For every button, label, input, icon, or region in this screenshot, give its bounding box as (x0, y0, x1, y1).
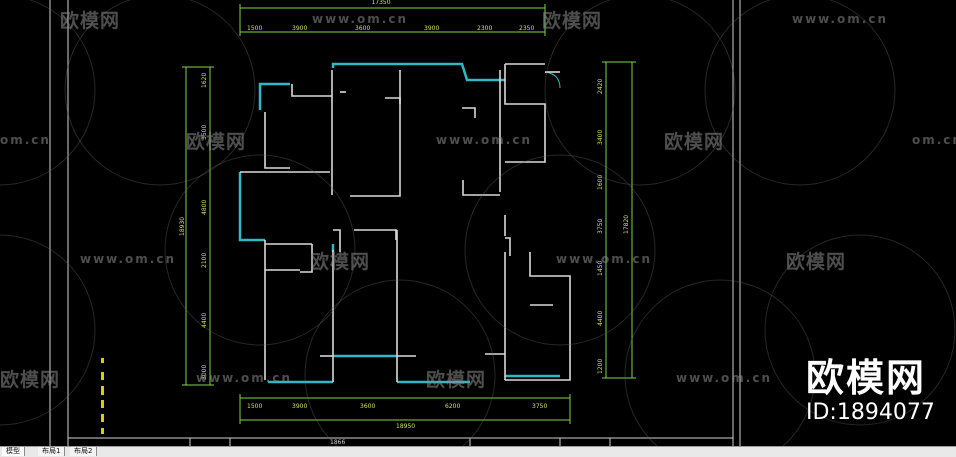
top-dim: 3900 (292, 25, 307, 32)
watermark-brand: 欧模网 (664, 131, 725, 153)
watermark-brand: 欧模网 (186, 131, 247, 153)
watermark-brand: 欧模网 (786, 251, 847, 273)
bottom-total-dim: 18950 (396, 423, 415, 430)
right-dim: 2420 (597, 79, 604, 94)
right-dim: 3400 (597, 130, 604, 145)
left-dim: 4800 (201, 200, 208, 215)
left-dim: 2100 (201, 253, 208, 268)
watermark-url: www.om.cn (196, 371, 293, 385)
model-id-badge: 欧模网 ID:1894077 (806, 358, 935, 426)
tab-layout1[interactable]: 布局1 (38, 447, 66, 456)
watermark-url: om.cn (0, 133, 51, 147)
bottom-dim: 3600 (360, 403, 375, 410)
right-dim: 4400 (597, 311, 604, 326)
watermark-brand: 欧模网 (542, 10, 603, 32)
top-dim: 3900 (424, 25, 439, 32)
watermark-brand: 欧模网 (60, 10, 121, 32)
watermark-url: www.om.cn (556, 252, 653, 266)
top-dim: 2350 (519, 25, 534, 32)
watermark-url: www.om.cn (792, 12, 889, 26)
left-total-dim: 18930 (179, 217, 186, 236)
badge-brand: 欧模网 (806, 356, 927, 400)
badge-id: ID:1894077 (806, 400, 935, 425)
bottom-dim: 3900 (292, 403, 307, 410)
watermark-url: www.om.cn (80, 252, 177, 266)
title-block-text: 1866 (330, 439, 345, 446)
right-dim: 1200 (597, 359, 604, 374)
layout-tab-bar: 模型 布局1 布局2 (0, 446, 956, 457)
bottom-dim: 1500 (247, 403, 262, 410)
title-strip-marks (101, 358, 104, 434)
tab-layout2[interactable]: 布局2 (70, 447, 98, 456)
watermark-url: om.cn (912, 133, 956, 147)
floorplan-interior-walls (240, 63, 571, 382)
drawing-frame (49, 0, 741, 446)
left-dim: 1620 (201, 73, 208, 88)
top-dim: 1500 (247, 25, 262, 32)
watermark-url: www.om.cn (676, 371, 773, 385)
right-dim: 3750 (597, 219, 604, 234)
tab-model[interactable]: 模型 (2, 447, 25, 456)
right-total-dim: 17820 (623, 215, 630, 234)
watermark-url: www.om.cn (312, 12, 409, 26)
bottom-dim: 3750 (532, 403, 547, 410)
bottom-dim: 6200 (445, 403, 460, 410)
top-dim: 2300 (477, 25, 492, 32)
watermark-brand: 欧模网 (0, 369, 61, 391)
dimension-lines (182, 4, 636, 424)
top-dim: 3600 (355, 25, 370, 32)
watermark-url: www.om.cn (436, 133, 533, 147)
watermark-brand: 欧模网 (310, 251, 371, 273)
watermark-brand: 欧模网 (426, 369, 487, 391)
top-total-dim: 17350 (371, 0, 390, 6)
